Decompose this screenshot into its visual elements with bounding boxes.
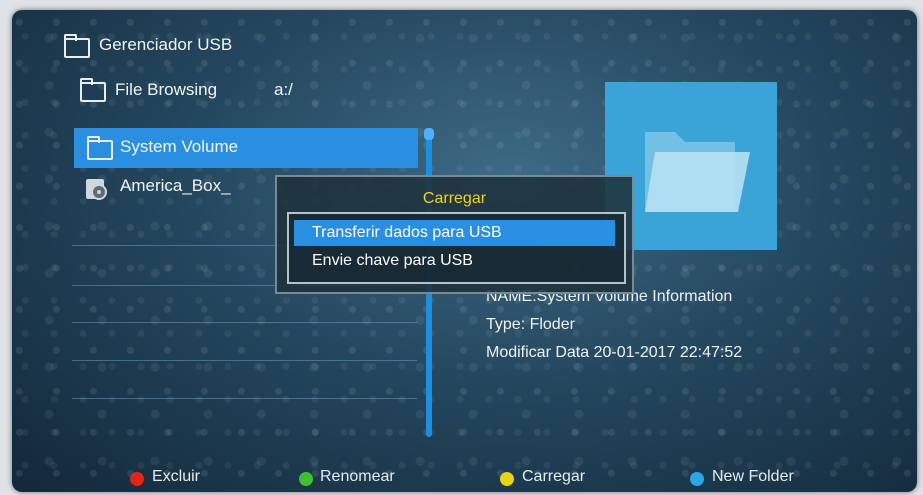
folder-icon: [64, 34, 90, 58]
excluir-button[interactable]: Excluir: [152, 468, 200, 486]
folder-icon: [87, 136, 113, 160]
usb-file-icon: [85, 178, 109, 200]
renomear-button[interactable]: Renomear: [320, 468, 395, 486]
red-button-icon: [130, 472, 144, 486]
folder-icon: [80, 78, 106, 102]
menu-item-transferir[interactable]: Transferir dados para USB: [294, 220, 615, 246]
blue-button-icon: [690, 472, 704, 486]
new-folder-button[interactable]: New Folder: [712, 468, 794, 486]
stb-screen: Gerenciador USB File Browsing a:/ System…: [12, 10, 917, 492]
scrollbar-thumb[interactable]: [424, 128, 434, 140]
list-divider: [72, 322, 417, 323]
carregar-button[interactable]: Carregar: [522, 468, 585, 486]
list-divider: [72, 360, 417, 361]
info-type: Type: Floder: [486, 316, 575, 333]
dialog-menu: Transferir dados para USB Envie chave pa…: [287, 212, 626, 284]
menu-item-envie-chave[interactable]: Envie chave para USB: [294, 248, 615, 274]
green-button-icon: [299, 472, 313, 486]
info-date: Modificar Data 20-01-2017 22:47:52: [486, 344, 743, 361]
file-browsing-label: File Browsing: [115, 80, 218, 99]
carregar-dialog: Carregar Transferir dados para USB Envie…: [275, 175, 634, 294]
list-item-label[interactable]: System Volume: [120, 137, 238, 157]
list-item-label[interactable]: America_Box_: [120, 176, 231, 196]
list-divider: [72, 398, 417, 399]
page-title: Gerenciador USB: [99, 35, 233, 54]
current-path: a:/: [274, 80, 293, 99]
yellow-button-icon: [500, 472, 514, 486]
dialog-title: Carregar: [422, 190, 487, 207]
